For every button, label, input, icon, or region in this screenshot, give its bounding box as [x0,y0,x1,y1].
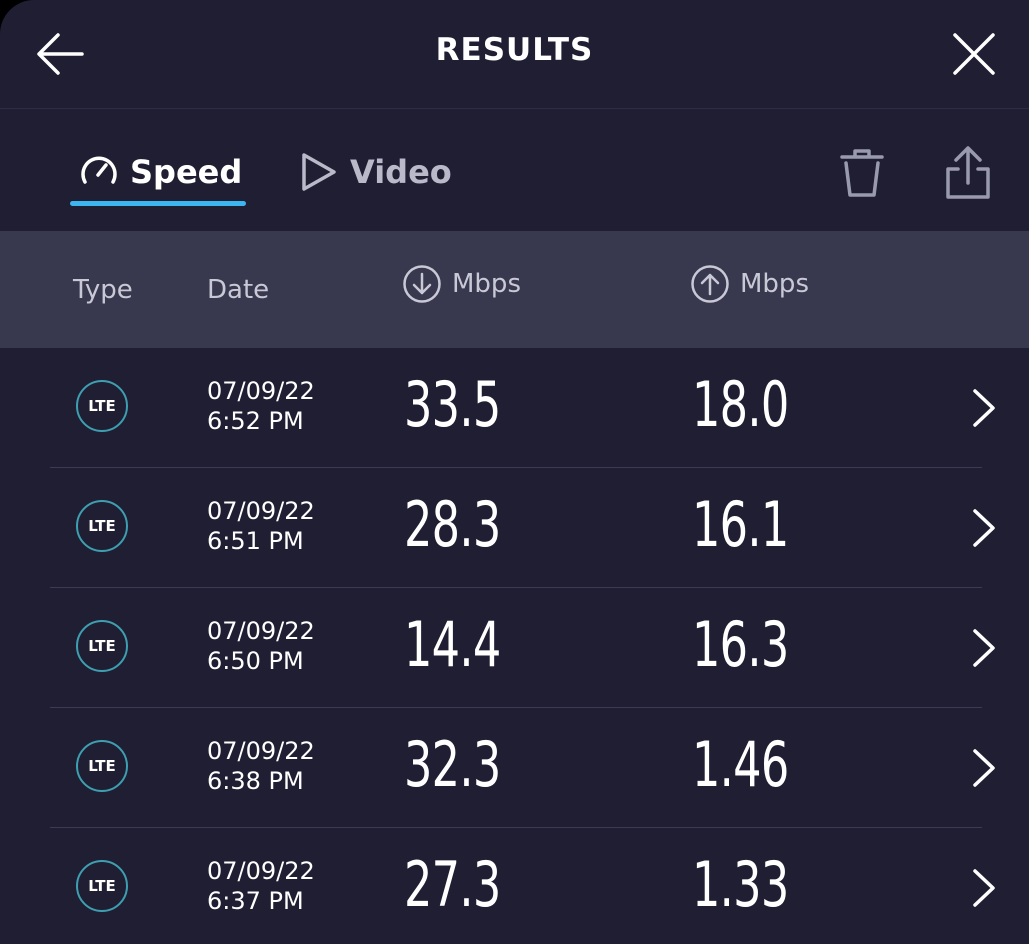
column-download: Mbps [402,225,521,342]
column-header: Type Date Mbps Mbps [0,231,1029,348]
active-tab-indicator [70,201,246,206]
results-list: LTE 07/09/22 6:52 PM 33.5 18.0 LTE 07/09… [0,348,1029,944]
tab-speed[interactable]: Speed [78,147,242,197]
network-type-badge: LTE [76,620,128,672]
network-type-badge: LTE [76,860,128,912]
table-row[interactable]: LTE 07/09/22 6:38 PM 32.3 1.46 [0,708,1029,828]
network-type-badge: LTE [76,500,128,552]
download-speed: 27.3 [404,848,501,921]
download-speed: 14.4 [404,608,501,681]
table-row[interactable]: LTE 07/09/22 6:37 PM 27.3 1.33 [0,828,1029,944]
table-row[interactable]: LTE 07/09/22 6:52 PM 33.5 18.0 [0,348,1029,468]
tab-bar: Speed Video [0,109,1029,231]
table-row[interactable]: LTE 07/09/22 6:51 PM 28.3 16.1 [0,468,1029,588]
speedometer-icon [81,156,117,184]
date-cell: 07/09/22 6:50 PM [207,616,315,676]
share-icon [946,146,990,199]
chevron-right-icon[interactable] [966,866,1000,910]
time-text: 6:38 PM [207,767,304,795]
chevron-right-icon[interactable] [966,386,1000,430]
top-bar: RESULTS [0,0,1029,109]
upload-speed: 18.0 [692,368,789,441]
chevron-right-icon[interactable] [966,626,1000,670]
download-speed: 28.3 [404,488,501,561]
delete-button[interactable] [834,145,890,201]
column-download-label: Mbps [452,268,521,299]
date-cell: 07/09/22 6:38 PM [207,736,315,796]
close-button[interactable] [948,28,1000,80]
time-text: 6:37 PM [207,887,304,915]
column-upload-label: Mbps [740,268,809,299]
upload-speed: 1.33 [692,848,789,921]
page-title: RESULTS [435,32,594,68]
chevron-right-icon[interactable] [966,506,1000,550]
date-cell: 07/09/22 6:51 PM [207,496,315,556]
share-button[interactable] [940,143,996,203]
tab-video-label: Video [350,153,452,191]
date-text: 07/09/22 [207,377,315,405]
download-arrow-icon [403,264,441,303]
date-text: 07/09/22 [207,737,315,765]
trash-icon [840,149,884,197]
download-speed: 32.3 [404,728,501,801]
column-date: Date [207,274,270,305]
upload-speed: 1.46 [692,728,789,801]
date-cell: 07/09/22 6:52 PM [207,376,315,436]
play-icon [302,153,336,191]
download-speed: 33.5 [404,368,501,441]
chevron-right-icon[interactable] [966,746,1000,790]
date-text: 07/09/22 [207,497,315,525]
time-text: 6:51 PM [207,527,304,555]
network-type-badge: LTE [76,380,128,432]
upload-speed: 16.1 [692,488,789,561]
upload-speed: 16.3 [692,608,789,681]
close-icon [953,33,995,75]
column-type: Type [73,274,133,305]
upload-arrow-icon [691,264,729,303]
table-row[interactable]: LTE 07/09/22 6:50 PM 14.4 16.3 [0,588,1029,708]
time-text: 6:52 PM [207,407,304,435]
results-screen: RESULTS Speed Video Type Date Mbps Mbps … [0,0,1029,944]
date-text: 07/09/22 [207,857,315,885]
tab-speed-label: Speed [130,153,243,191]
network-type-badge: LTE [76,740,128,792]
date-text: 07/09/22 [207,617,315,645]
time-text: 6:50 PM [207,647,304,675]
date-cell: 07/09/22 6:37 PM [207,856,315,916]
tab-video[interactable]: Video [298,147,452,197]
column-upload: Mbps [690,225,809,342]
